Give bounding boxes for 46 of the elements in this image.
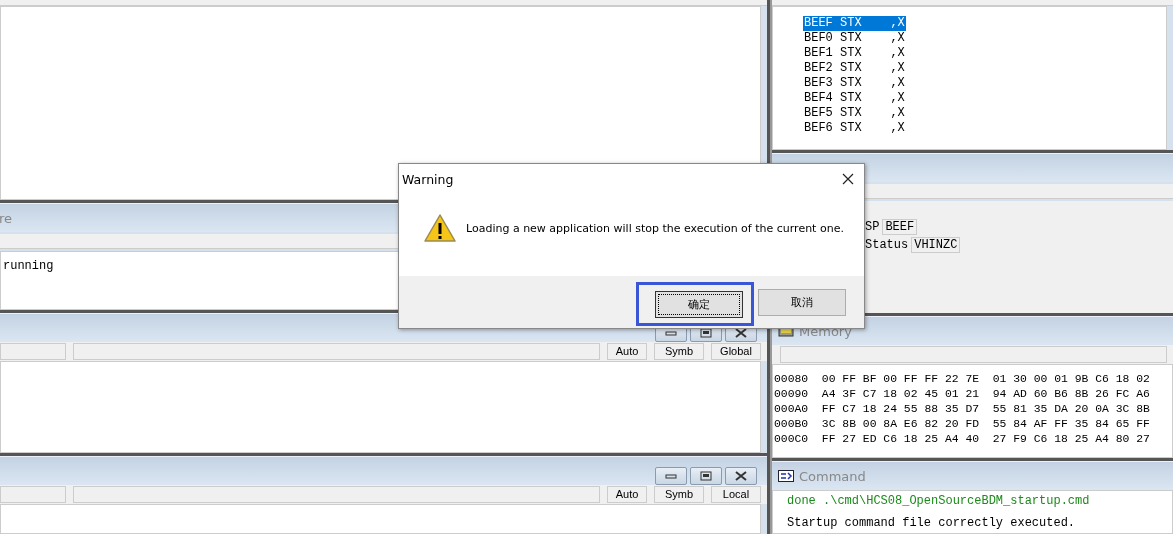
minimize-icon xyxy=(665,329,677,337)
minimize-icon xyxy=(665,472,677,480)
address-field[interactable] xyxy=(780,346,1167,363)
mode-label[interactable]: Auto xyxy=(607,486,647,503)
restore-icon xyxy=(700,328,712,338)
dialog-message: Loading a new application will stop the execution of the current one. xyxy=(466,221,844,235)
memory-row-text: 000A0 FF C7 18 24 55 88 35 D7 55 81 35 DA 20 0A 3C 8B xyxy=(774,402,1151,417)
expression-field[interactable] xyxy=(73,486,600,503)
maximize-button[interactable] xyxy=(690,467,722,485)
mode-label[interactable]: Global xyxy=(711,343,761,360)
register-value[interactable]: BEEF xyxy=(882,219,918,235)
close-icon xyxy=(735,471,747,481)
command-output-line: done .\cmd\HCS08_OpenSourceBDM_startup.cmd xyxy=(787,494,1091,508)
memory-row-text: 00090 A4 3F C7 18 02 45 01 21 94 AD 60 B6 8B 26 FC A6 xyxy=(774,387,1151,402)
register-value[interactable]: VHINZC xyxy=(911,237,961,253)
close-icon xyxy=(735,328,747,338)
memory-row-text: 00080 00 FF BF 00 FF FF 22 7E 01 30 00 01 9B C6 18 02 xyxy=(774,372,1151,387)
assembly-line[interactable]: BEF4 STX ,X xyxy=(803,91,906,106)
restore-icon xyxy=(700,471,712,481)
scope-field[interactable] xyxy=(0,486,66,503)
assembly-line[interactable]: BEF5 STX ,X xyxy=(803,106,906,121)
memory-row-text: 000B0 3C 8B 00 8A E6 82 20 FD 55 84 AF FF 35 84 65 FF xyxy=(774,417,1151,432)
pane-title: re xyxy=(0,210,13,226)
mode-label[interactable]: Local xyxy=(711,486,761,503)
register-name: Status xyxy=(865,238,909,252)
close-icon[interactable] xyxy=(842,173,854,185)
pane-title: Command xyxy=(799,468,866,484)
ok-button[interactable]: 确定 xyxy=(655,291,743,318)
assembly-line[interactable]: BEF6 STX ,X xyxy=(803,121,906,136)
cancel-button[interactable]: 取消 xyxy=(758,288,846,316)
command-prompt-icon xyxy=(778,469,794,483)
mode-label[interactable]: Symb xyxy=(654,486,704,503)
assembly-line[interactable]: BEF1 STX ,X xyxy=(803,46,906,61)
scope-field[interactable] xyxy=(0,343,66,360)
dialog-title: Warning xyxy=(402,171,454,187)
assembly-line[interactable]: BEF3 STX ,X xyxy=(803,76,906,91)
command-output-line: Startup command file correctly executed. xyxy=(787,516,1077,530)
warning-icon xyxy=(423,213,457,243)
mode-label[interactable]: Auto xyxy=(607,343,647,360)
register-name: SP xyxy=(865,220,880,234)
close-button[interactable] xyxy=(725,467,757,485)
expression-field[interactable] xyxy=(73,343,600,360)
assembly-line[interactable]: BEF0 STX ,X xyxy=(803,31,906,46)
memory-row-text: 000C0 FF 27 ED C6 18 25 A4 40 27 F9 C6 18 25 A4 80 27 xyxy=(774,432,1151,447)
mode-label[interactable]: Symb xyxy=(654,343,704,360)
assembly-line[interactable]: BEF2 STX ,X xyxy=(803,61,906,76)
